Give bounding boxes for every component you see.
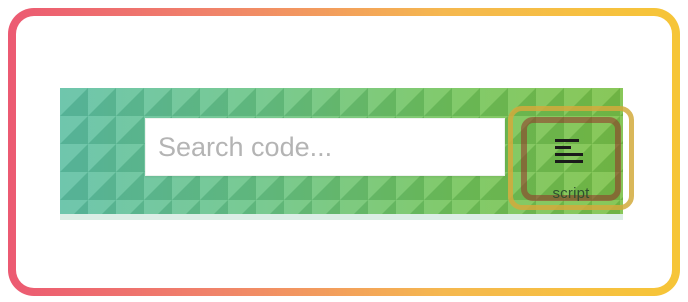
script-label: script [552, 185, 590, 202]
script-button[interactable]: script [508, 106, 634, 210]
search-box[interactable] [145, 118, 505, 176]
search-input[interactable] [146, 119, 504, 175]
list-lines-icon [555, 139, 583, 163]
screenshot-canvas: script [0, 0, 688, 302]
